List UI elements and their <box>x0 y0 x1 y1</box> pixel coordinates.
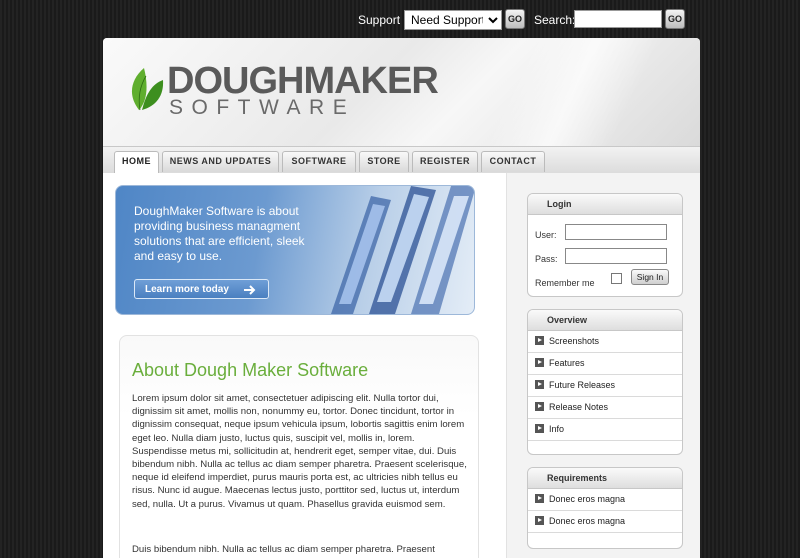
pass-label: Pass: <box>535 254 558 264</box>
overview-item-label: Features <box>549 358 585 368</box>
learn-more-button[interactable]: Learn more today <box>134 279 269 299</box>
remember-me-label: Remember me <box>535 278 595 288</box>
arrow-right-icon <box>244 285 256 295</box>
tab-home[interactable]: HOME <box>114 151 159 174</box>
overview-item-info[interactable]: Info <box>528 419 682 441</box>
bullet-arrow-icon <box>535 402 544 411</box>
search-go-button[interactable]: GO <box>665 9 685 29</box>
overview-item-features[interactable]: Features <box>528 353 682 375</box>
requirements-box: Requirements Donec eros magna Donec eros… <box>527 467 683 549</box>
bullet-arrow-icon <box>535 494 544 503</box>
top-bar: Support Need Support? GO Search: GO <box>0 8 800 32</box>
overview-item-label: Future Releases <box>549 380 616 390</box>
tab-store[interactable]: STORE <box>359 151 409 172</box>
logo-text-secondary[interactable]: SOFTWARE <box>169 96 355 120</box>
user-label: User: <box>535 230 557 240</box>
remember-me-checkbox[interactable] <box>611 273 622 284</box>
page-wrapper: DOUGHMAKER SOFTWARE HOME NEWS AND UPDATE… <box>103 38 700 558</box>
tab-news-and-updates[interactable]: NEWS AND UPDATES <box>162 151 279 172</box>
main-nav: HOME NEWS AND UPDATES SOFTWARE STORE REG… <box>103 146 700 174</box>
bullet-arrow-icon <box>535 424 544 433</box>
overview-item-future-releases[interactable]: Future Releases <box>528 375 682 397</box>
overview-item-label: Screenshots <box>549 336 600 346</box>
about-paragraph-1: Lorem ipsum dolor sit amet, consectetuer… <box>132 393 467 510</box>
learn-more-label: Learn more today <box>145 284 229 295</box>
header: DOUGHMAKER SOFTWARE <box>103 38 700 146</box>
tab-software[interactable]: SOFTWARE <box>282 151 356 172</box>
bullet-arrow-icon <box>535 516 544 525</box>
overview-title: Overview <box>528 310 682 331</box>
overview-item-release-notes[interactable]: Release Notes <box>528 397 682 419</box>
tab-register[interactable]: REGISTER <box>412 151 478 172</box>
header-shine <box>443 38 700 146</box>
requirements-title: Requirements <box>528 468 682 489</box>
about-title: About Dough Maker Software <box>132 360 369 380</box>
login-title: Login <box>528 194 682 215</box>
monitors-illustration <box>331 186 474 314</box>
support-go-button[interactable]: GO <box>505 9 525 29</box>
support-select[interactable]: Need Support? <box>404 10 502 30</box>
bullet-arrow-icon <box>535 358 544 367</box>
bullet-arrow-icon <box>535 380 544 389</box>
search-input[interactable] <box>574 10 662 28</box>
requirements-item[interactable]: Donec eros magna <box>528 511 682 533</box>
support-label: Support <box>358 13 401 27</box>
about-section: About Dough Maker Software Lorem ipsum d… <box>119 335 479 558</box>
requirements-item-label: Donec eros magna <box>549 494 626 504</box>
promo-text: DoughMaker Software is about providing b… <box>134 204 305 263</box>
requirements-item[interactable]: Donec eros magna <box>528 489 682 511</box>
search-label: Search: <box>534 13 576 27</box>
sign-in-button[interactable]: Sign In <box>631 269 669 285</box>
content-area: DoughMaker Software is about providing b… <box>103 173 700 558</box>
tab-contact[interactable]: CONTACT <box>481 151 545 172</box>
leaf-logo-icon <box>131 68 164 111</box>
promo-banner: DoughMaker Software is about providing b… <box>115 185 475 315</box>
overview-item-label: Release Notes <box>549 402 609 412</box>
overview-box: Overview Screenshots Features Future Rel… <box>527 309 683 455</box>
requirements-item-label: Donec eros magna <box>549 516 626 526</box>
overview-item-screenshots[interactable]: Screenshots <box>528 331 682 353</box>
bullet-arrow-icon <box>535 336 544 345</box>
about-paragraph-2: Duis bibendum nibh. Nulla ac tellus ac d… <box>132 544 435 555</box>
overview-item-label: Info <box>549 424 565 434</box>
pass-field[interactable] <box>565 248 667 264</box>
login-box: Login User: Pass: Remember me Sign In <box>527 193 683 297</box>
user-field[interactable] <box>565 224 667 240</box>
